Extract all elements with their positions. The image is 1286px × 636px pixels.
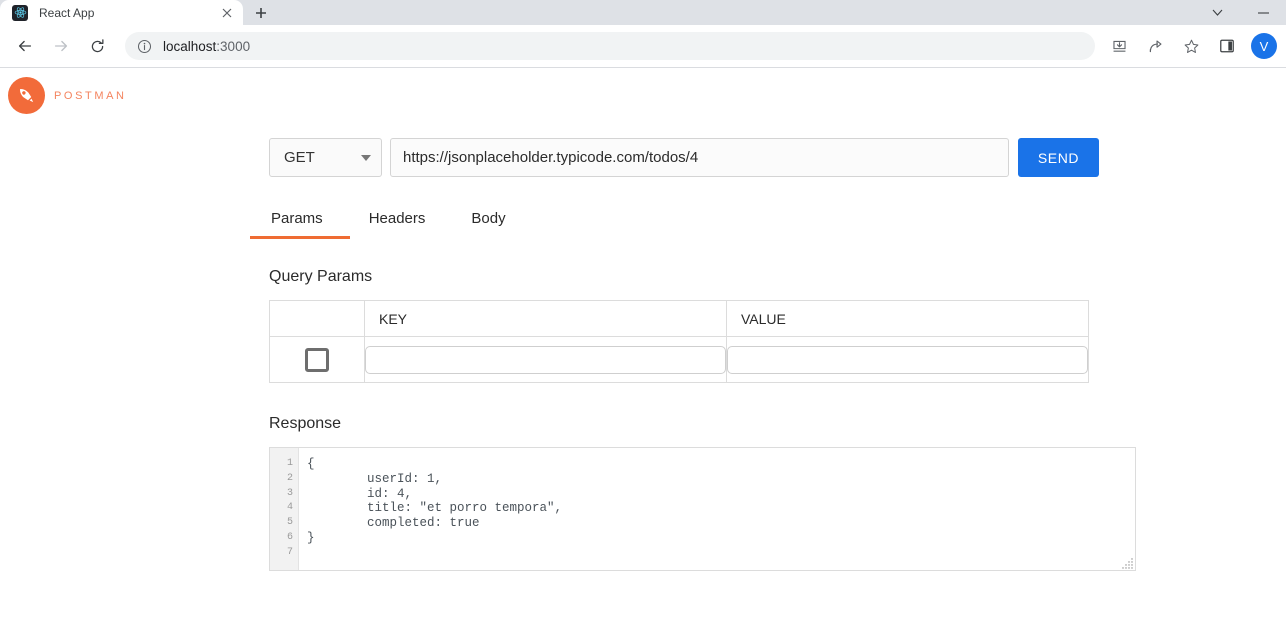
- param-value-input[interactable]: [727, 345, 1088, 374]
- minimize-icon[interactable]: [1240, 0, 1286, 25]
- request-tabs: Params Headers Body: [250, 202, 1099, 239]
- request-url-input[interactable]: [390, 138, 1009, 177]
- line-number-gutter: 1 2 3 4 5 6 7: [270, 448, 299, 570]
- column-header-key: KEY: [364, 300, 727, 337]
- star-icon[interactable]: [1175, 30, 1207, 62]
- column-header-select: [269, 300, 365, 337]
- response-editor[interactable]: 1 2 3 4 5 6 7 { userId: 1, id: 4, title:…: [269, 447, 1136, 571]
- share-icon[interactable]: [1139, 30, 1171, 62]
- browser-tab-react-app[interactable]: React App: [0, 0, 243, 25]
- reload-icon[interactable]: [81, 30, 113, 62]
- new-tab-button[interactable]: [247, 0, 275, 25]
- param-select-cell: [269, 336, 365, 383]
- http-method-select[interactable]: GET: [269, 138, 382, 177]
- tab-body[interactable]: Body: [469, 202, 507, 236]
- address-bar-port: :3000: [216, 38, 251, 54]
- browser-window: React App localhost:3000 V POSTMAN GET h…: [0, 0, 1286, 636]
- request-bar: GET SEND: [269, 138, 1099, 177]
- line-number: 5: [286, 517, 293, 529]
- page-content: POSTMAN GET SEND Params Headers Body Que…: [0, 68, 1286, 635]
- chevron-down-icon[interactable]: [1194, 0, 1240, 25]
- info-circle-icon[interactable]: [137, 39, 152, 54]
- line-number: 3: [286, 487, 293, 499]
- param-key-cell: [364, 336, 727, 383]
- table-header-row: KEY VALUE: [269, 300, 1089, 337]
- close-icon[interactable]: [219, 5, 235, 21]
- profile-avatar[interactable]: V: [1251, 33, 1277, 59]
- tab-strip: React App: [0, 0, 1286, 25]
- line-number: 6: [286, 531, 293, 543]
- tab-params[interactable]: Params: [250, 202, 350, 239]
- param-key-input[interactable]: [365, 345, 726, 374]
- table-row: [269, 336, 1089, 383]
- tab-title: React App: [39, 5, 95, 20]
- postman-brand: POSTMAN: [0, 68, 1286, 114]
- tab-headers[interactable]: Headers: [367, 202, 428, 236]
- chevron-down-icon: [361, 154, 371, 161]
- response-body-text[interactable]: { userId: 1, id: 4, title: "et porro tem…: [299, 448, 1135, 570]
- param-value-cell: [726, 336, 1089, 383]
- address-bar-url: localhost:3000: [163, 39, 250, 54]
- window-controls: [1194, 0, 1286, 25]
- postman-rocket-icon: [8, 77, 45, 114]
- line-number: 7: [286, 546, 293, 558]
- side-panel-icon[interactable]: [1211, 30, 1243, 62]
- line-number: 4: [286, 502, 293, 514]
- react-logo-icon: [12, 4, 28, 21]
- http-method-value: GET: [284, 149, 315, 166]
- back-arrow-icon[interactable]: [9, 30, 41, 62]
- toolbar-right-icons: V: [1101, 30, 1277, 62]
- resize-grip-icon[interactable]: [1121, 556, 1134, 569]
- postman-brand-name: POSTMAN: [54, 89, 127, 102]
- address-bar-host: localhost: [163, 38, 217, 54]
- address-bar[interactable]: localhost:3000: [125, 32, 1095, 60]
- param-enabled-checkbox[interactable]: [305, 347, 329, 372]
- postman-app: GET SEND Params Headers Body Query Param…: [250, 138, 1136, 571]
- response-title: Response: [269, 415, 342, 432]
- send-button[interactable]: SEND: [1018, 138, 1099, 177]
- column-header-value: VALUE: [726, 300, 1089, 337]
- forward-arrow-icon[interactable]: [45, 30, 77, 62]
- line-number: 2: [286, 472, 293, 484]
- browser-toolbar: localhost:3000 V: [0, 25, 1286, 68]
- query-params-table: KEY VALUE: [269, 300, 1089, 383]
- query-params-title: Query Params: [269, 268, 373, 285]
- install-app-icon[interactable]: [1103, 30, 1135, 62]
- line-number: 1: [286, 458, 293, 469]
